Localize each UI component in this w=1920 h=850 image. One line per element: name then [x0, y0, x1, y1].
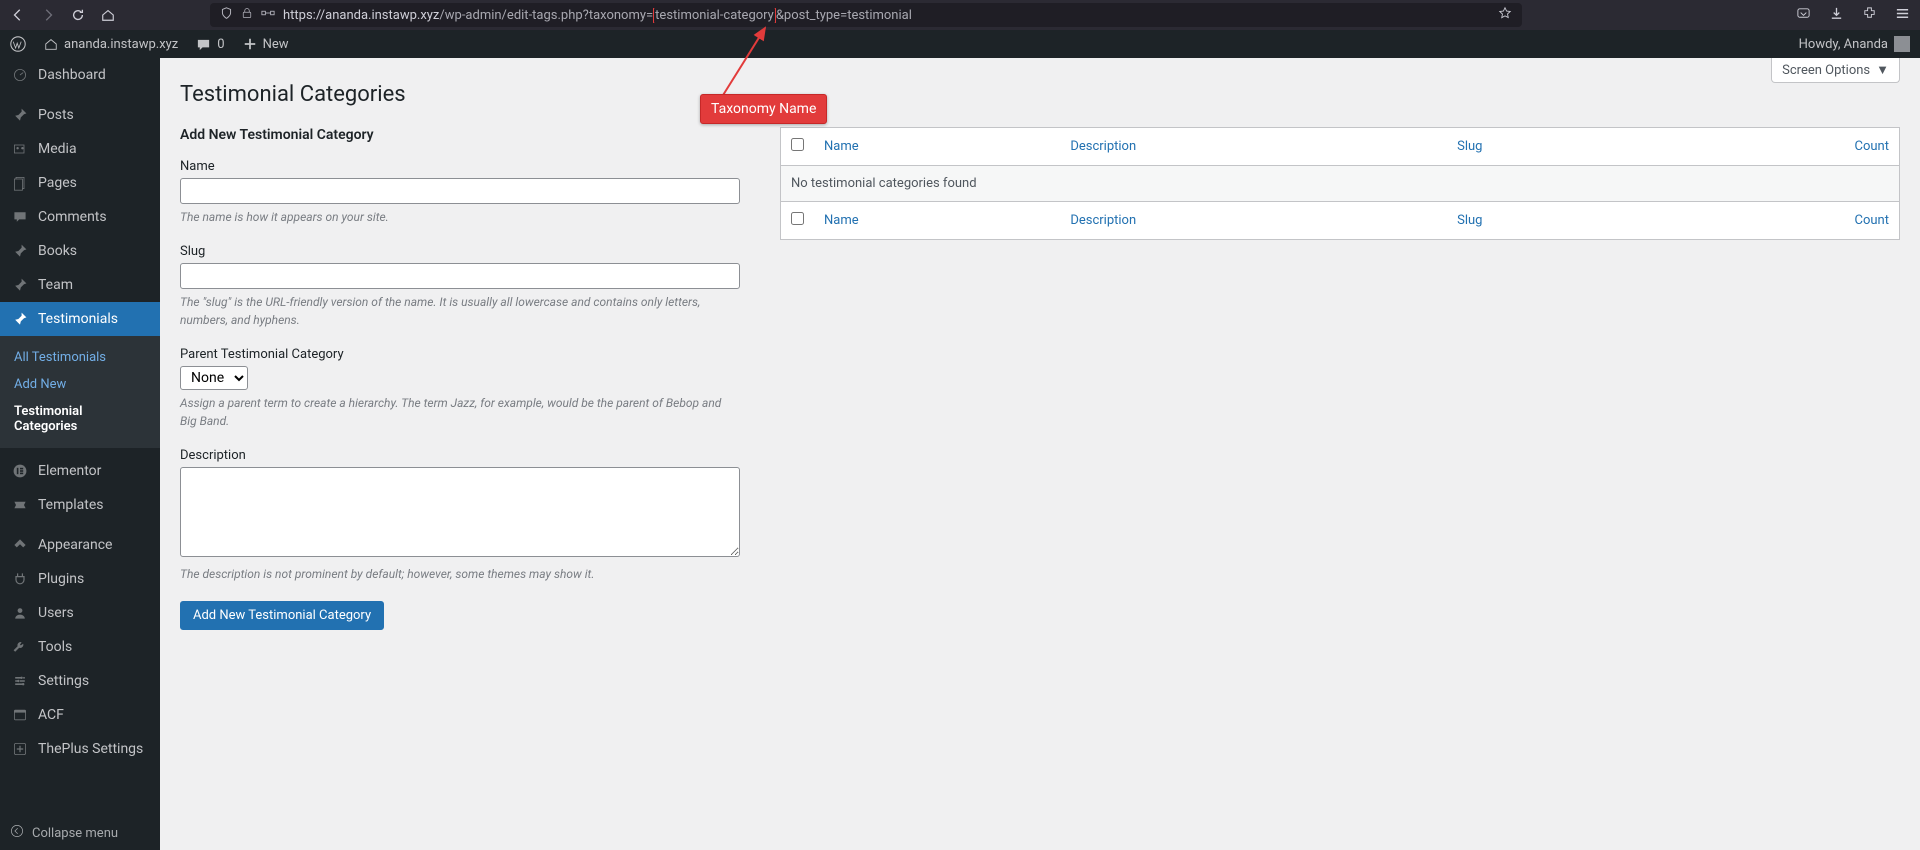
collapse-menu[interactable]: Collapse menu — [0, 816, 160, 850]
admin-sidebar: Dashboard Posts Media Pages Comments Boo… — [0, 58, 160, 850]
sidebar-item-media[interactable]: Media — [0, 132, 160, 166]
wp-logo-menu[interactable] — [10, 36, 26, 52]
sidebar-item-settings[interactable]: Settings — [0, 664, 160, 698]
download-icon[interactable] — [1829, 6, 1844, 25]
sidebar-item-books[interactable]: Books — [0, 234, 160, 268]
submit-button[interactable]: Add New Testimonial Category — [180, 601, 384, 630]
slug-label: Slug — [180, 244, 740, 259]
select-all-bottom[interactable] — [791, 212, 804, 225]
dashboard-icon — [10, 67, 30, 83]
pages-icon — [10, 175, 30, 191]
forward-icon — [40, 7, 56, 23]
settings-icon — [10, 673, 30, 689]
description-textarea[interactable] — [180, 467, 740, 557]
add-new-form: Add New Testimonial Category Name The na… — [180, 127, 740, 630]
parent-select[interactable]: None — [180, 366, 248, 390]
elementor-icon — [10, 463, 30, 479]
annotation-arrow — [710, 20, 830, 110]
url-bar[interactable]: https://ananda.instawp.xyz/wp-admin/edit… — [210, 3, 1522, 27]
page-title: Testimonial Categories — [180, 82, 1900, 107]
permissions-icon[interactable] — [261, 6, 275, 24]
col-header-description[interactable]: Description — [1070, 139, 1136, 154]
col-footer-name[interactable]: Name — [824, 213, 859, 228]
pin-icon — [10, 107, 30, 123]
sidebar-item-acf[interactable]: ACF — [0, 698, 160, 732]
name-input[interactable] — [180, 178, 740, 204]
templates-icon — [10, 497, 30, 513]
submenu-all-testimonials[interactable]: All Testimonials — [0, 344, 160, 371]
back-icon[interactable] — [10, 7, 26, 23]
sidebar-item-elementor[interactable]: Elementor — [0, 454, 160, 488]
sidebar-item-appearance[interactable]: Appearance — [0, 528, 160, 562]
appearance-icon — [10, 537, 30, 553]
col-header-count[interactable]: Count — [1855, 139, 1889, 154]
no-items-row: No testimonial categories found — [781, 166, 1900, 202]
sidebar-item-tools[interactable]: Tools — [0, 630, 160, 664]
media-icon — [10, 141, 30, 157]
acf-icon — [10, 707, 30, 723]
submenu-testimonial-categories[interactable]: Testimonial Categories — [0, 398, 160, 440]
sidebar-item-plugins[interactable]: Plugins — [0, 562, 160, 596]
screen-options-toggle[interactable]: Screen Options▼ — [1771, 58, 1900, 83]
reload-icon[interactable] — [70, 7, 86, 23]
collapse-icon — [10, 824, 24, 842]
avatar-icon — [1894, 36, 1910, 52]
pin-icon — [10, 243, 30, 259]
plugins-icon — [10, 571, 30, 587]
chevron-down-icon: ▼ — [1876, 62, 1889, 78]
lock-icon[interactable] — [241, 7, 253, 23]
extensions-icon[interactable] — [1862, 6, 1877, 25]
description-help: The description is not prominent by defa… — [180, 565, 740, 583]
pocket-icon[interactable] — [1796, 6, 1811, 25]
sidebar-item-theplus[interactable]: ThePlus Settings — [0, 732, 160, 766]
howdy-account[interactable]: Howdy, Ananda — [1799, 36, 1910, 52]
sidebar-submenu-testimonials: All Testimonials Add New Testimonial Cat… — [0, 336, 160, 448]
col-footer-slug[interactable]: Slug — [1457, 213, 1482, 228]
select-all-top[interactable] — [791, 138, 804, 151]
name-help: The name is how it appears on your site. — [180, 208, 740, 226]
site-name-link[interactable]: ananda.instawp.xyz — [44, 37, 178, 52]
sidebar-item-users[interactable]: Users — [0, 596, 160, 630]
main-content: Screen Options▼ Testimonial Categories A… — [160, 58, 1920, 850]
new-content-link[interactable]: New — [243, 37, 289, 52]
col-header-slug[interactable]: Slug — [1457, 139, 1482, 154]
comments-icon — [10, 209, 30, 225]
parent-label: Parent Testimonial Category — [180, 347, 740, 362]
users-icon — [10, 605, 30, 621]
pin-icon — [10, 311, 30, 327]
description-label: Description — [180, 448, 740, 463]
col-header-name[interactable]: Name — [824, 139, 859, 154]
url-text: https://ananda.instawp.xyz/wp-admin/edit… — [283, 8, 1512, 23]
col-footer-count[interactable]: Count — [1855, 213, 1889, 228]
sidebar-item-posts[interactable]: Posts — [0, 98, 160, 132]
wp-admin-bar: ananda.instawp.xyz 0 New Howdy, Ananda — [0, 30, 1920, 58]
pin-icon — [10, 277, 30, 293]
tools-icon — [10, 639, 30, 655]
slug-input[interactable] — [180, 263, 740, 289]
bookmark-star-icon[interactable] — [1498, 6, 1512, 24]
parent-help: Assign a parent term to create a hierarc… — [180, 394, 740, 430]
shield-icon[interactable] — [220, 7, 233, 24]
sidebar-item-testimonials[interactable]: Testimonials — [0, 302, 160, 336]
form-title: Add New Testimonial Category — [180, 127, 740, 143]
sidebar-item-pages[interactable]: Pages — [0, 166, 160, 200]
sidebar-item-team[interactable]: Team — [0, 268, 160, 302]
sidebar-item-dashboard[interactable]: Dashboard — [0, 58, 160, 92]
theplus-icon — [10, 741, 30, 757]
sidebar-item-comments[interactable]: Comments — [0, 200, 160, 234]
slug-help: The "slug" is the URL-friendly version o… — [180, 293, 740, 329]
sidebar-item-templates[interactable]: Templates — [0, 488, 160, 522]
terms-table: Name Description Slug Count No testimoni… — [780, 127, 1900, 240]
menu-icon[interactable] — [1895, 6, 1910, 25]
submenu-add-new[interactable]: Add New — [0, 371, 160, 398]
comments-link[interactable]: 0 — [196, 37, 224, 52]
name-label: Name — [180, 159, 740, 174]
home-icon[interactable] — [100, 7, 116, 23]
col-footer-description[interactable]: Description — [1070, 213, 1136, 228]
